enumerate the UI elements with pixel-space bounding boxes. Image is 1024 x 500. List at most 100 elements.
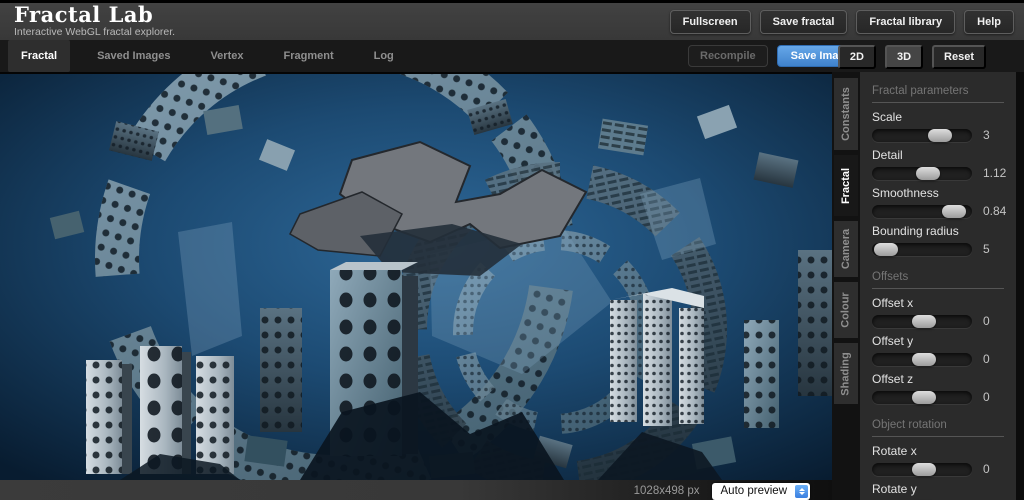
fractal-lab-app: Fractal Lab Interactive WebGL fractal ex… [0, 0, 1024, 500]
param-scale: Scale 3 [872, 110, 1016, 142]
group-title: Offsets [872, 268, 1004, 289]
tab-log[interactable]: Log [361, 40, 407, 72]
slider-thumb[interactable] [916, 167, 940, 180]
slider-row: 1.12 [872, 166, 1016, 180]
slider-value: 0.84 [983, 204, 1006, 218]
slider-value: 0 [983, 462, 990, 476]
vertical-tab-camera[interactable]: Camera [834, 221, 858, 277]
slider-track[interactable] [872, 391, 972, 404]
slider-row: 0 [872, 352, 1016, 366]
slider-row: 3 [872, 128, 1016, 142]
header-button-fractal-library[interactable]: Fractal library [856, 10, 955, 34]
slider-track[interactable] [872, 315, 972, 328]
vertical-tab-fractal[interactable]: Fractal [834, 155, 858, 216]
parameter-panel: Fractal parameters Scale 3 Detail 1.12 Smooth… [860, 72, 1016, 500]
slider-row: 0 [872, 314, 1016, 328]
tab-fractal[interactable]: Fractal [8, 40, 70, 72]
slider-label: Offset y [872, 334, 1016, 348]
slider-row: 0.84 [872, 204, 1016, 218]
slider-value: 5 [983, 242, 990, 256]
group-fractal-parameters: Fractal parameters Scale 3 Detail 1.12 Smooth… [872, 82, 1016, 256]
mode-button-3d[interactable]: 3D [885, 45, 923, 69]
slider-thumb[interactable] [912, 391, 936, 404]
vertical-tab-constants[interactable]: Constants [834, 78, 858, 150]
slider-track[interactable] [872, 167, 972, 180]
fractal-render-image [0, 74, 832, 480]
mode-button-reset[interactable]: Reset [932, 45, 986, 69]
slider-thumb[interactable] [912, 463, 936, 476]
vertical-tab-label: Camera [840, 229, 852, 269]
slider-label: Bounding radius [872, 224, 1016, 238]
group-title: Fractal parameters [872, 82, 1004, 103]
app-title: Fractal Lab [14, 5, 175, 25]
vertical-tab-label: Fractal [840, 167, 852, 203]
slider-thumb[interactable] [912, 353, 936, 366]
param-smoothness: Smoothness 0.84 [872, 186, 1016, 218]
vertical-tab-label: Constants [840, 87, 852, 141]
slider-thumb[interactable] [942, 205, 966, 218]
slider-row: 0 [872, 462, 1016, 476]
canvas-status-bar: 1028x498 px Auto preview [0, 480, 832, 500]
group-object-rotation: Object rotationRotate x0Rotate y0Rotate … [872, 416, 1016, 500]
mode-buttons: 2D 3D Reset [838, 45, 986, 69]
param-detail: Detail 1.12 [872, 148, 1016, 180]
slider-row: 5 [872, 242, 1016, 256]
slider-value: 0 [983, 314, 990, 328]
recompile-button[interactable]: Recompile [688, 45, 768, 67]
slider-label: Detail [872, 148, 1016, 162]
slider-row: 0 [872, 390, 1016, 404]
parameter-groups: Fractal parameters Scale 3 Detail 1.12 Smooth… [872, 82, 1016, 500]
slider-value: 3 [983, 128, 990, 142]
mode-button-2d[interactable]: 2D [838, 45, 876, 69]
tab-fragment[interactable]: Fragment [270, 40, 346, 72]
tab-saved-images[interactable]: Saved Images [84, 40, 183, 72]
slider-track[interactable] [872, 463, 972, 476]
tab-bar: Fractal Saved Images Vertex Fragment Log Rec… [0, 40, 1024, 72]
slider-track[interactable] [872, 205, 972, 218]
slider-label: Offset z [872, 372, 1016, 386]
slider-thumb[interactable] [912, 315, 936, 328]
slider-thumb[interactable] [928, 129, 952, 142]
right-edge-strip [1016, 72, 1024, 500]
main-tabs: Fractal Saved Images Vertex Fragment Log [8, 40, 421, 72]
slider-label: Rotate y [872, 482, 1016, 496]
param-offset-y: Offset y 0 [872, 334, 1016, 366]
param-rotate-y: Rotate y0 [872, 482, 1016, 500]
app-subtitle: Interactive WebGL fractal explorer. [14, 26, 175, 38]
fractal-render-canvas[interactable] [0, 74, 832, 480]
vertical-tab-label: Shading [840, 352, 852, 395]
slider-label: Smoothness [872, 186, 1016, 200]
select-stepper-icon [795, 485, 808, 498]
vertical-tab-colour[interactable]: Colour [834, 282, 858, 338]
vertical-tab-shading[interactable]: Shading [834, 343, 858, 404]
preview-mode-value: Auto preview [721, 485, 787, 497]
brand: Fractal Lab Interactive WebGL fractal ex… [14, 5, 175, 38]
vertical-tab-label: Colour [840, 292, 852, 327]
slider-value: 0 [983, 390, 990, 404]
sidebar-vertical-tabs: Constants Fractal Camera Colour Shading [832, 72, 860, 500]
slider-value: 1.12 [983, 166, 1006, 180]
param-rotate-x: Rotate x 0 [872, 444, 1016, 476]
viewport: 1028x498 px Auto preview [0, 72, 832, 500]
tab-vertex[interactable]: Vertex [197, 40, 256, 72]
slider-label: Scale [872, 110, 1016, 124]
slider-track[interactable] [872, 129, 972, 142]
slider-thumb[interactable] [874, 243, 898, 256]
slider-label: Offset x [872, 296, 1016, 310]
app-header: Fractal Lab Interactive WebGL fractal ex… [0, 0, 1024, 40]
header-buttons: Fullscreen Save fractal Fractal library Hel… [670, 3, 1014, 40]
param-offset-x: Offset x 0 [872, 296, 1016, 328]
header-button-help[interactable]: Help [964, 10, 1014, 34]
slider-label: Rotate x [872, 444, 1016, 458]
slider-track[interactable] [872, 353, 972, 366]
group-offsets: Offsets Offset x 0 Offset y 0 Offset z 0 [872, 268, 1016, 404]
preview-mode-select[interactable]: Auto preview [712, 483, 810, 500]
param-bounding-radius: Bounding radius 5 [872, 224, 1016, 256]
render-size-label: 1028x498 px [634, 485, 700, 497]
header-button-save-fractal[interactable]: Save fractal [760, 10, 848, 34]
slider-track[interactable] [872, 243, 972, 256]
slider-value: 0 [983, 352, 990, 366]
param-offset-z: Offset z 0 [872, 372, 1016, 404]
group-title: Object rotation [872, 416, 1004, 437]
header-button-fullscreen[interactable]: Fullscreen [670, 10, 751, 34]
